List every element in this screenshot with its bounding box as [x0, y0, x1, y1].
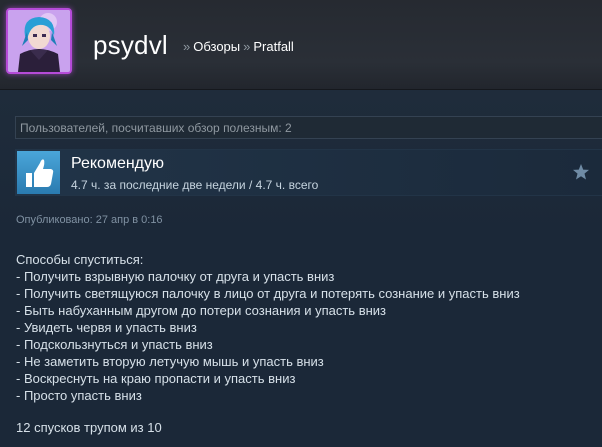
recommendation-title[interactable]: Рекомендую	[71, 155, 164, 173]
recommendation-box: Рекомендую 4.7 ч. за последние две недел…	[15, 149, 602, 196]
review-line: - Быть набуханным другом до потери созна…	[16, 303, 386, 318]
breadcrumb: » Обзоры» Pratfall	[180, 39, 294, 54]
breadcrumb-game-link[interactable]: Pratfall	[253, 39, 293, 54]
profile-header: psydvl » Обзоры» Pratfall	[0, 0, 602, 90]
playtime-hours: 4.7 ч. за последние две недели / 4.7 ч. …	[71, 178, 319, 192]
review-line: - Подскользнуться и упасть вниз	[16, 337, 213, 352]
thumbs-up-icon	[17, 151, 60, 194]
profile-name[interactable]: psydvl	[93, 30, 168, 61]
review-line: - Воскреснуть на краю пропасти и упасть …	[16, 371, 296, 386]
review-line: - Получить светящуюся палочку в лицо от …	[16, 286, 520, 301]
breadcrumb-separator: »	[243, 39, 251, 54]
review-text: Способы спуститься: - Получить взрывную …	[16, 251, 596, 404]
avatar[interactable]	[6, 8, 72, 74]
breadcrumb-reviews-link[interactable]: Обзоры	[193, 39, 240, 54]
review-line: - Просто упасть вниз	[16, 388, 142, 403]
posted-date: Опубликовано: 27 апр в 0:16	[16, 214, 163, 226]
avatar-image	[8, 10, 70, 72]
review-content: Пользователей, посчитавших обзор полезны…	[0, 90, 602, 447]
review-line: - Не заметить вторую летучую мышь и упас…	[16, 354, 324, 369]
review-line: - Увидеть червя и упасть вниз	[16, 320, 197, 335]
star-icon[interactable]	[572, 163, 590, 181]
breadcrumb-separator: »	[183, 39, 191, 54]
helpful-count-text: Пользователей, посчитавших обзор полезны…	[20, 121, 292, 135]
helpful-count-bar: Пользователей, посчитавших обзор полезны…	[15, 116, 602, 139]
review-line: - Получить взрывную палочку от друга и у…	[16, 269, 335, 284]
review-line: Способы спуститься:	[16, 252, 144, 267]
review-footer-line: 12 спусков трупом из 10	[16, 420, 162, 435]
